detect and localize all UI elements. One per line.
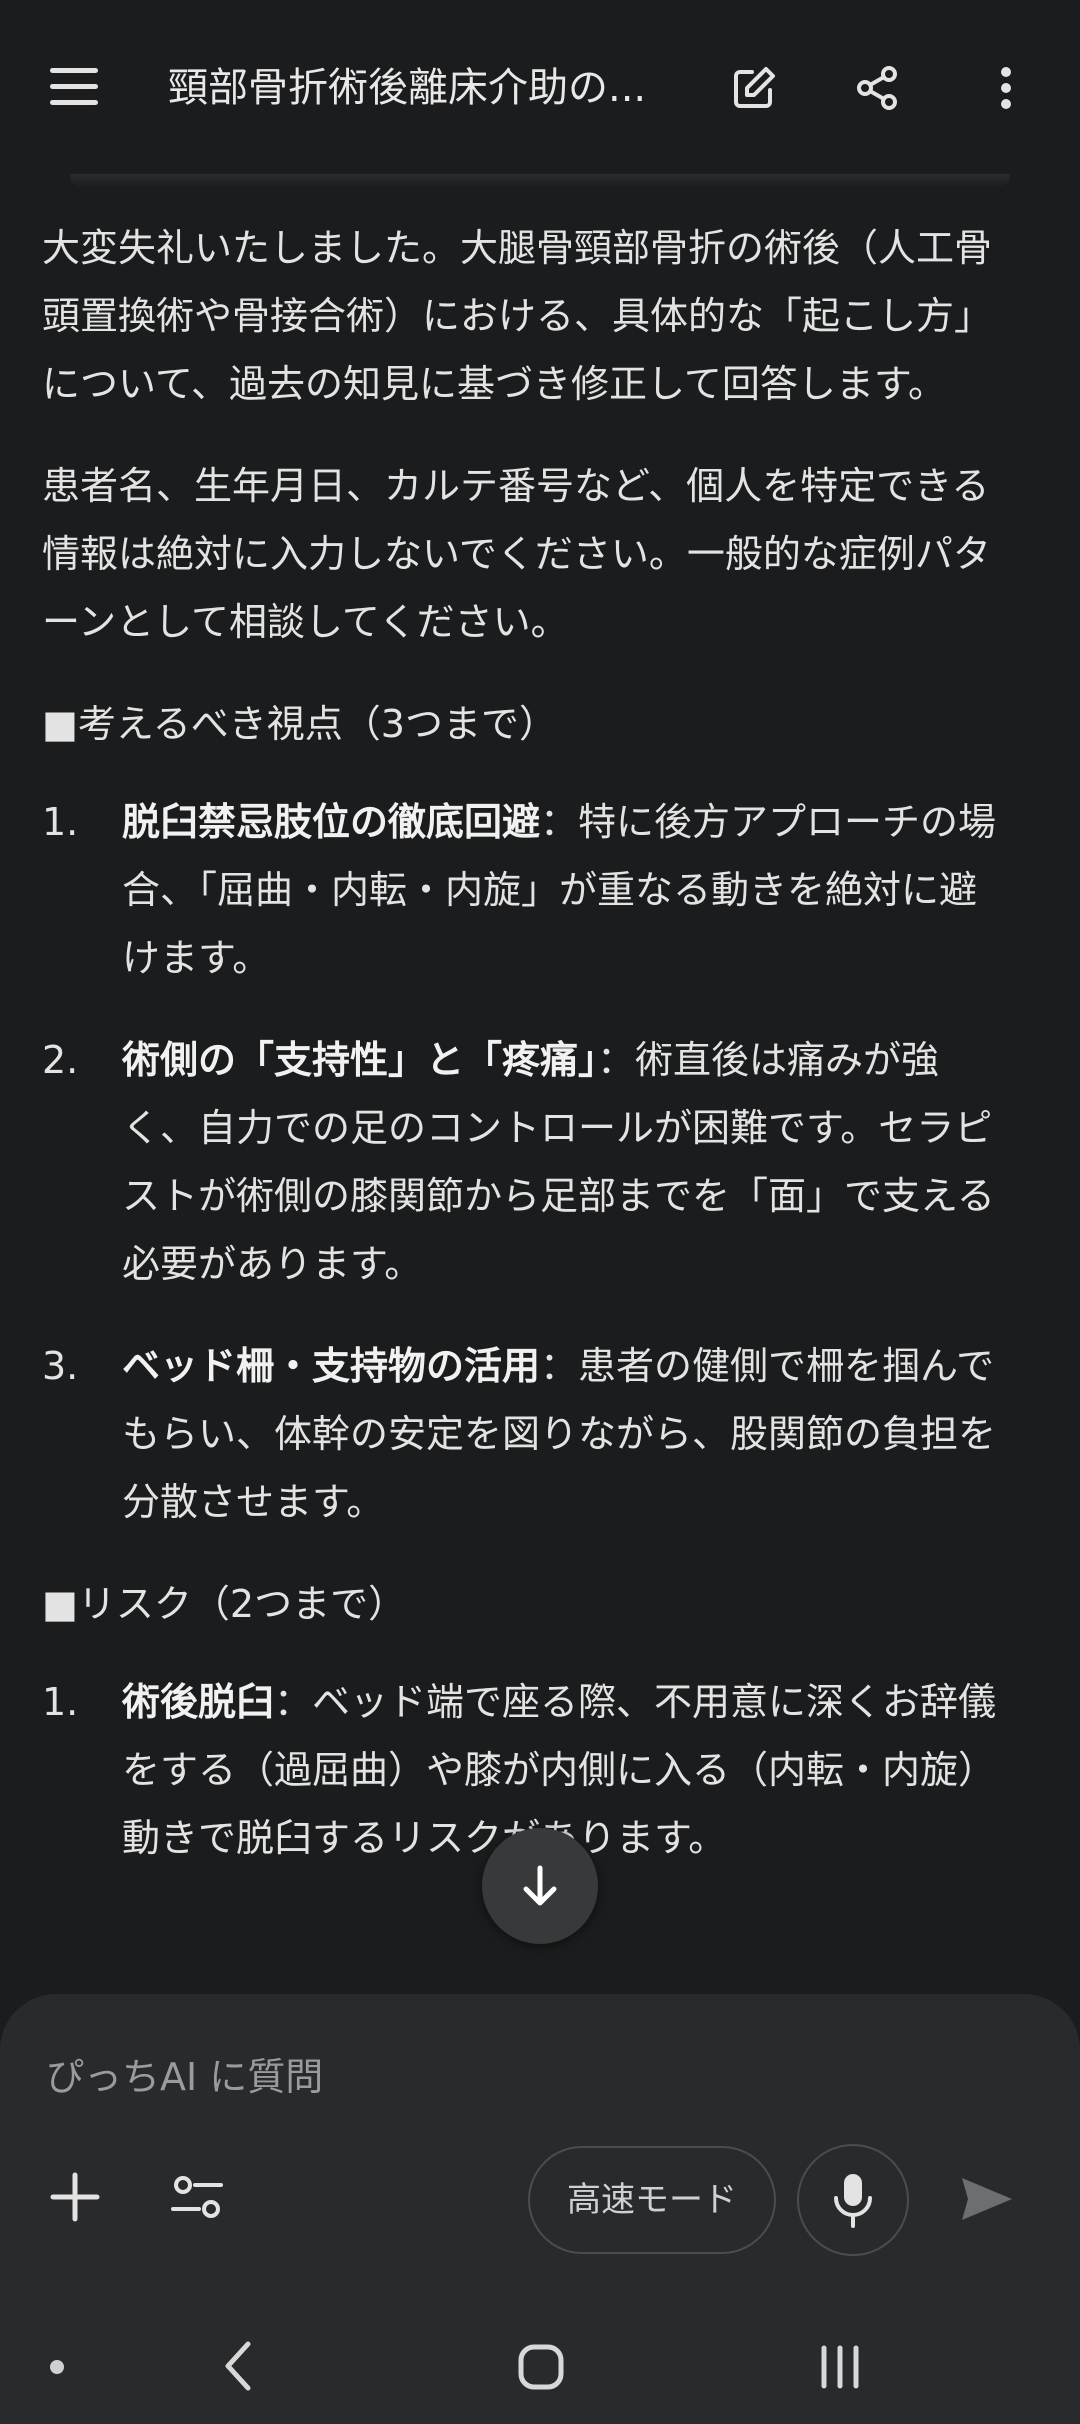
list-item-title: ベッド柵・支持物の活用	[122, 1344, 541, 1388]
list-number: 1.	[42, 800, 79, 844]
conversation-title[interactable]: 頸部骨折術後離床介助の...	[168, 58, 658, 118]
mode-selector-button[interactable]: 高速モード	[528, 2146, 776, 2254]
privacy-note: 患者名、生年月日、カルテ番号など、個人を特定できる情報は絶対に入力しないでくださ…	[42, 464, 991, 644]
plus-icon[interactable]	[42, 2164, 108, 2230]
list-number: 1.	[42, 1680, 79, 1724]
list-item-title: 術後脱臼	[122, 1680, 275, 1724]
section-heading-viewpoints: ■考えるべき視点（3つまで）	[42, 702, 557, 746]
list-number: 2.	[42, 1038, 79, 1082]
system-nav-bar	[0, 2304, 1080, 2424]
composer: ぴっちAI に質問 高速モード	[0, 1994, 1080, 2304]
send-icon[interactable]	[952, 2164, 1022, 2234]
menu-icon[interactable]	[44, 62, 104, 110]
response-content: 大変失礼いたしました。大腿骨頸部骨折の術後（人工骨頭置換術や骨接合術）における、…	[42, 214, 1012, 1906]
scroll-to-bottom-button[interactable]	[482, 1828, 598, 1944]
app-bar: 頸部骨折術後離床介助の...	[0, 0, 1080, 176]
list-item-title: 術側の「支持性」と「疼痛」	[122, 1038, 598, 1082]
list-item: 1. 脱臼禁忌肢位の徹底回避：特に後方アプローチの場合、「屈曲・内転・内旋」が重…	[42, 788, 1012, 992]
dot-indicator	[50, 2360, 64, 2374]
list-item: 3. ベッド柵・支持物の活用：患者の健側で柵を掴んでもらい、体幹の安定を図りなが…	[42, 1332, 1012, 1536]
viewpoints-list: 1. 脱臼禁忌肢位の徹底回避：特に後方アプローチの場合、「屈曲・内転・内旋」が重…	[42, 788, 1012, 1536]
recents-icon[interactable]	[810, 2338, 870, 2396]
list-item: 2. 術側の「支持性」と「疼痛」：術直後は痛みが強く、自力での足のコントロールが…	[42, 1026, 1012, 1298]
arrow-down-icon	[523, 1865, 557, 1906]
share-icon[interactable]	[843, 54, 911, 122]
prompt-input[interactable]: ぴっちAI に質問	[46, 2046, 323, 2101]
intro-paragraph: 大変失礼いたしました。大腿骨頸部骨折の術後（人工骨頭置換術や骨接合術）における、…	[42, 226, 993, 406]
back-icon[interactable]	[210, 2336, 270, 2396]
list-number: 3.	[42, 1344, 79, 1388]
collapsed-prompt-edge	[70, 174, 1010, 188]
home-icon[interactable]	[512, 2338, 570, 2396]
more-vert-icon[interactable]	[972, 54, 1040, 122]
tools-icon[interactable]	[164, 2164, 230, 2230]
edit-icon[interactable]	[720, 54, 788, 122]
mic-icon[interactable]	[797, 2144, 909, 2256]
section-heading-risks: ■リスク（2つまで）	[42, 1582, 407, 1626]
list-item-title: 脱臼禁忌肢位の徹底回避	[122, 800, 541, 844]
